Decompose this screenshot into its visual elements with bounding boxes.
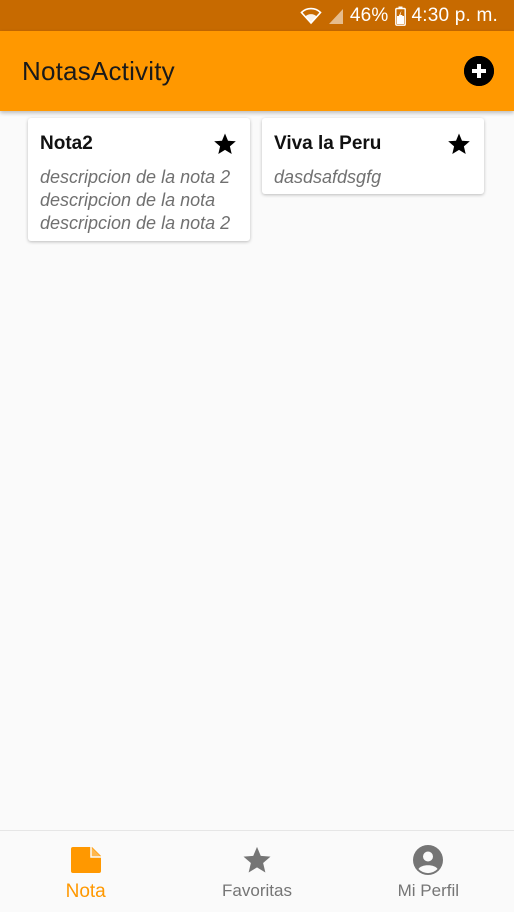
battery-icon xyxy=(394,6,406,26)
note-card-header: Viva la Peru xyxy=(274,130,472,158)
nav-item-mi-perfil[interactable]: Mi Perfil xyxy=(343,831,514,912)
wifi-icon xyxy=(300,7,322,25)
star-icon xyxy=(214,133,236,154)
add-circle-icon xyxy=(464,56,494,86)
bottom-navigation: Nota Favoritas Mi Perfil xyxy=(0,830,514,912)
account-icon xyxy=(411,843,445,877)
star-icon xyxy=(240,843,274,877)
note-card[interactable]: Viva la Peru dasdsafdsgfg xyxy=(262,118,484,194)
note-icon xyxy=(69,843,103,877)
add-note-button[interactable] xyxy=(464,56,494,86)
app-bar: NotasActivity xyxy=(0,31,514,111)
battery-percent: 46% xyxy=(349,4,389,26)
nav-item-favoritas[interactable]: Favoritas xyxy=(171,831,342,912)
favorite-star-button[interactable] xyxy=(446,131,472,157)
favorite-star-button[interactable] xyxy=(212,131,238,157)
note-description: dasdsafdsgfg xyxy=(274,167,382,187)
note-card[interactable]: Nota2 descripcion de la nota 2 descripci… xyxy=(28,118,250,241)
nav-label: Mi Perfil xyxy=(397,881,460,900)
clock: 4:30 p. m. xyxy=(411,4,498,26)
note-title: Nota2 xyxy=(40,133,93,154)
status-bar: 46% 4:30 p. m. xyxy=(0,0,514,31)
star-icon xyxy=(448,133,470,154)
note-description: descripcion de la nota 2 descripcion de … xyxy=(40,167,231,233)
nav-label: Nota xyxy=(65,881,106,902)
note-card-header: Nota2 xyxy=(40,130,238,158)
app-screen: 46% 4:30 p. m. NotasActivity Nota2 descr… xyxy=(0,0,514,912)
nav-label: Favoritas xyxy=(222,881,292,900)
note-title: Viva la Peru xyxy=(274,133,382,154)
page-title: NotasActivity xyxy=(22,55,175,86)
nav-item-nota[interactable]: Nota xyxy=(0,831,171,912)
signal-icon xyxy=(328,7,344,25)
